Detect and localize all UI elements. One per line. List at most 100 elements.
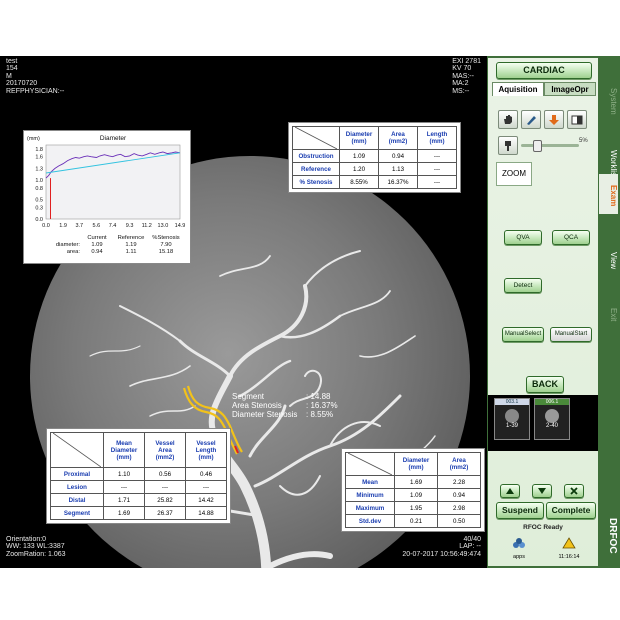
frame-counter: 40/40: [463, 536, 481, 543]
table-row: Distal 1.71 25.82 14.42: [50, 493, 227, 507]
table-cell: ---: [185, 480, 227, 494]
summary-row-label: area:: [66, 249, 80, 255]
table-cell: 25.82: [144, 493, 186, 507]
manual-select-button[interactable]: ManualSelect: [502, 327, 544, 342]
qca-button[interactable]: QCA: [552, 230, 590, 245]
column-header: Vessel Length (mm): [185, 432, 227, 468]
summary-header-current: Current: [87, 235, 107, 241]
table-cell: 14.88: [185, 506, 227, 520]
thumbnail-image: [545, 409, 559, 423]
x-tick-label: 0.0: [42, 223, 50, 229]
table-cell: 0.94: [378, 149, 418, 163]
diameter-chart-panel[interactable]: Diameter (mm) 0.0 0.3 0.5 0.8 1.0 1.3 1.6 1.8 0.0 1…: [23, 130, 191, 264]
thumbnail-strip: 003.1 1-39 006.1 2-40: [488, 395, 598, 451]
x-tick-label: 1.9: [59, 223, 67, 229]
table-cell: 0.94: [437, 488, 481, 502]
thumbnail-series-1[interactable]: 003.1 1-39: [494, 398, 530, 440]
x-tick-label: 14.9: [175, 223, 186, 229]
scroll-up-button[interactable]: [500, 484, 520, 498]
thumbnail-series-2[interactable]: 006.1 2-40: [534, 398, 570, 440]
contrast-icon: [571, 115, 583, 125]
patient-id: 154: [6, 65, 18, 73]
tab-view[interactable]: View: [599, 241, 618, 281]
orientation-tool-button[interactable]: [544, 110, 564, 129]
table-row: Reference 1.20 1.13 ---: [292, 162, 457, 176]
tab-system[interactable]: System: [599, 76, 618, 126]
segment-value: : 14.88: [306, 392, 331, 401]
table-cell: 14.42: [185, 493, 227, 507]
column-header: Area (mm2): [437, 452, 481, 476]
window-level-tool-button[interactable]: [567, 110, 587, 129]
table-cell: 2.28: [437, 475, 481, 489]
tab-exit[interactable]: Exit: [599, 300, 618, 330]
summary-cell: 15.18: [158, 249, 174, 255]
row-label: Minimum: [345, 488, 395, 502]
table-cell: 1.09: [394, 488, 438, 502]
manual-start-button[interactable]: ManualStart: [550, 327, 592, 342]
slider-value: 5%: [579, 138, 588, 144]
pin-tool-button[interactable]: [498, 136, 518, 155]
row-label: Mean: [345, 475, 395, 489]
suspend-button[interactable]: Suspend: [496, 502, 544, 519]
warning-icon: [562, 537, 576, 549]
table-corner: [50, 432, 104, 468]
y-tick-label: 0.8: [35, 186, 43, 192]
slider-handle[interactable]: [533, 140, 542, 152]
ref-physician: REFPHYSICIAN:--: [6, 87, 65, 95]
measure-tool-button[interactable]: [521, 110, 541, 129]
statistics-table-panel: Diameter (mm) Area (mm2) Mean 1.69 2.28 Mi…: [341, 448, 485, 532]
close-icon: [570, 487, 578, 495]
vessel-table: Mean Diameter (mm) Vessel Area (mm2) Vessel L…: [50, 432, 227, 520]
tab-acquisition[interactable]: Aquisition: [492, 82, 544, 96]
ma-value: MA:2: [452, 80, 469, 88]
table-cell: 0.56: [144, 467, 186, 481]
y-tick-label: 1.6: [35, 155, 43, 161]
column-header: Diameter (mm): [394, 452, 438, 476]
table-cell: 2.98: [437, 501, 481, 515]
table-cell: 0.46: [185, 467, 227, 481]
thumbnail-header: 006.1: [535, 399, 569, 405]
table-cell: 16.37%: [378, 175, 418, 189]
table-cell: 0.50: [437, 514, 481, 528]
timestamp: 20-07-2017 10:56:49:474: [402, 550, 481, 558]
complete-button[interactable]: Complete: [546, 502, 596, 519]
table-row: Obstruction 1.09 0.94 ---: [292, 149, 457, 163]
summary-header-stenosis: %Stenosis: [152, 235, 180, 241]
back-button[interactable]: BACK: [526, 376, 564, 393]
table-cell: 1.10: [103, 467, 145, 481]
scroll-down-button[interactable]: [532, 484, 552, 498]
table-cell: 1.13: [378, 162, 418, 176]
table-corner: [345, 452, 395, 476]
obstruction-table-panel: Diameter (mm) Area (mm2) Length (mm) Obstru…: [288, 122, 461, 193]
x-tick-label: 11.2: [142, 223, 152, 229]
table-row: Segment 1.69 26.37 14.88: [50, 506, 227, 520]
table-cell: 1.71: [103, 493, 145, 507]
system-tray: 11:16:14: [552, 536, 586, 560]
area-stenosis-value: : 16.37%: [306, 401, 338, 410]
detect-button[interactable]: Detect: [504, 278, 542, 293]
zoom-button[interactable]: ZOOM: [496, 162, 532, 186]
row-label: Obstruction: [292, 149, 340, 163]
angiography-viewer[interactable]: test 154 M 20170720 REFPHYSICIAN:-- EXI …: [0, 56, 487, 568]
qva-button[interactable]: QVA: [504, 230, 542, 245]
application-window: test 154 M 20170720 REFPHYSICIAN:-- EXI …: [0, 56, 620, 568]
zoom-slider[interactable]: [521, 140, 579, 152]
column-header: Area (mm2): [378, 126, 418, 150]
kv-value: KV 70: [452, 65, 472, 73]
cardiac-button[interactable]: CARDIAC: [496, 62, 592, 79]
pan-tool-button[interactable]: [498, 110, 518, 129]
apps-icon: [513, 538, 525, 548]
patient-name: test: [6, 58, 18, 65]
apps-launcher[interactable]: apps: [506, 536, 532, 560]
y-tick-label: 0.5: [35, 198, 43, 204]
delete-button[interactable]: [564, 484, 584, 498]
frame-info-overlay: 40/40 LAP: -- 20-07-2017 10:56:49:474: [402, 536, 481, 558]
thumbnail-caption: 2-40: [545, 423, 558, 429]
summary-cell: 1.11: [125, 249, 137, 255]
tab-exam[interactable]: Exam: [599, 176, 618, 216]
table-cell: ---: [417, 149, 457, 163]
tab-imageopr[interactable]: ImageOpr: [544, 82, 596, 96]
diameter-chart: Diameter(mm)0.00.30.50.81.01.31.61.80.0 1…: [27, 135, 186, 229]
area-stenosis-label: Area Stenosis: [232, 401, 282, 410]
control-panel: CARDIAC Aquisition ImageOpr 5% ZOOM QVA …: [487, 56, 620, 568]
